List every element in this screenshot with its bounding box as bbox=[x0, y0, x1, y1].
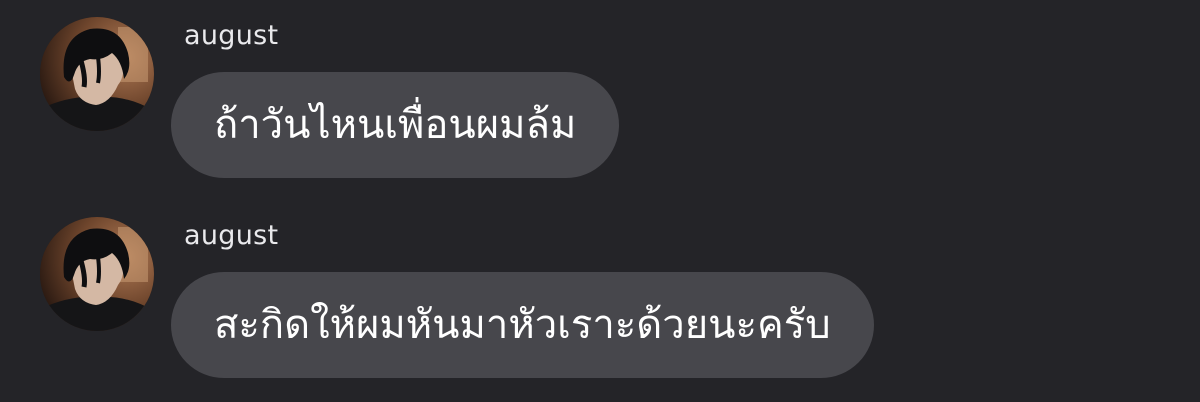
message-group: august ถ้าวันไหนเพื่อนผมล้ม bbox=[0, 0, 1200, 180]
sender-name: august bbox=[184, 20, 279, 51]
sender-name: august bbox=[184, 220, 279, 251]
message-bubble[interactable]: ถ้าวันไหนเพื่อนผมล้ม bbox=[171, 72, 620, 178]
avatar[interactable] bbox=[40, 17, 154, 131]
message-text: ถ้าวันไหนเพื่อนผมล้ม bbox=[214, 102, 577, 148]
message-bubble[interactable]: สะกิดให้ผมหันมาหัวเราะด้วยนะครับ bbox=[171, 272, 874, 378]
avatar-photo-icon bbox=[40, 217, 154, 331]
avatar[interactable] bbox=[40, 217, 154, 331]
message-text: สะกิดให้ผมหันมาหัวเราะด้วยนะครับ bbox=[214, 302, 831, 348]
message-group: august สะกิดให้ผมหันมาหัวเราะด้วยนะครับ bbox=[0, 200, 1200, 380]
avatar-photo-icon bbox=[40, 17, 154, 131]
